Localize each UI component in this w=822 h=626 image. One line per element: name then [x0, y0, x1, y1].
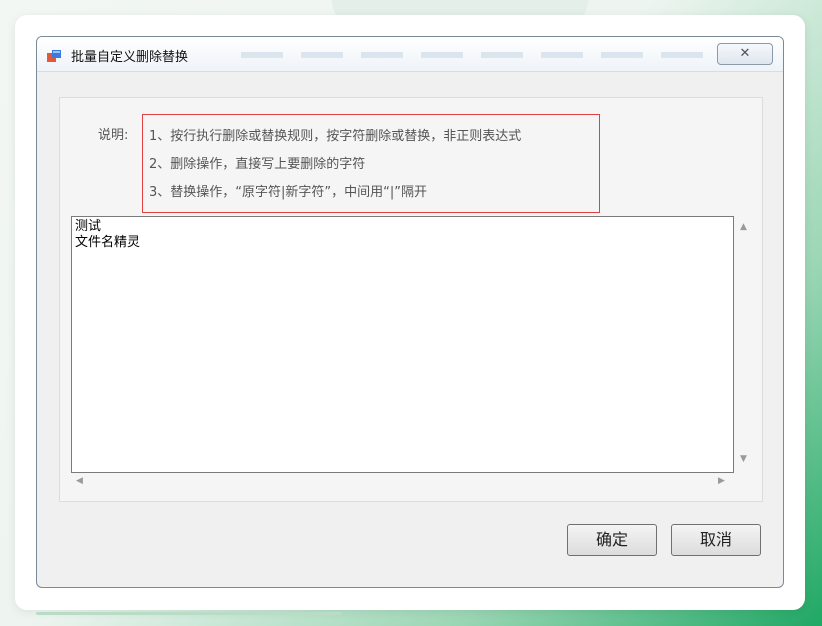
scroll-right-arrow-icon[interactable]: ▶ — [718, 476, 725, 486]
title-bar[interactable]: 批量自定义删除替换 ✕ — [37, 37, 783, 72]
ok-button[interactable]: 确定 — [567, 524, 657, 556]
close-icon: ✕ — [739, 46, 751, 61]
close-button[interactable]: ✕ — [717, 43, 773, 65]
textarea-line-2: 文件名精灵 — [75, 235, 141, 250]
description-line-1: 1、按行执行删除或替换规则，按字符删除或替换，非正则表达式 — [149, 129, 522, 144]
scroll-up-arrow-icon[interactable]: ▲ — [740, 222, 747, 232]
rules-textarea[interactable]: 测试 文件名精灵 — [71, 216, 734, 473]
window-title: 批量自定义删除替换 — [71, 50, 189, 65]
app-window-icon — [47, 48, 61, 62]
content-panel: 说明: 1、按行执行删除或替换规则，按字符删除或替换，非正则表达式 2、删除操作… — [59, 97, 763, 502]
decorative-underline — [36, 612, 342, 615]
blurred-background-text — [241, 52, 741, 58]
scroll-left-arrow-icon[interactable]: ◀ — [76, 476, 83, 486]
cancel-button[interactable]: 取消 — [671, 524, 761, 556]
dialog-window: 批量自定义删除替换 ✕ 说明: 1、按行执行删除或替换规则，按字符删除或替换，非… — [36, 36, 784, 588]
textarea-line-1: 测试 — [75, 219, 102, 234]
description-line-2: 2、删除操作，直接写上要删除的字符 — [149, 157, 366, 172]
description-line-3: 3、替换操作，“原字符|新字符”，中间用“|”隔开 — [149, 185, 427, 200]
description-box: 1、按行执行删除或替换规则，按字符删除或替换，非正则表达式 2、删除操作，直接写… — [142, 114, 600, 213]
scroll-down-arrow-icon[interactable]: ▼ — [740, 454, 747, 464]
description-label: 说明: — [98, 128, 129, 143]
